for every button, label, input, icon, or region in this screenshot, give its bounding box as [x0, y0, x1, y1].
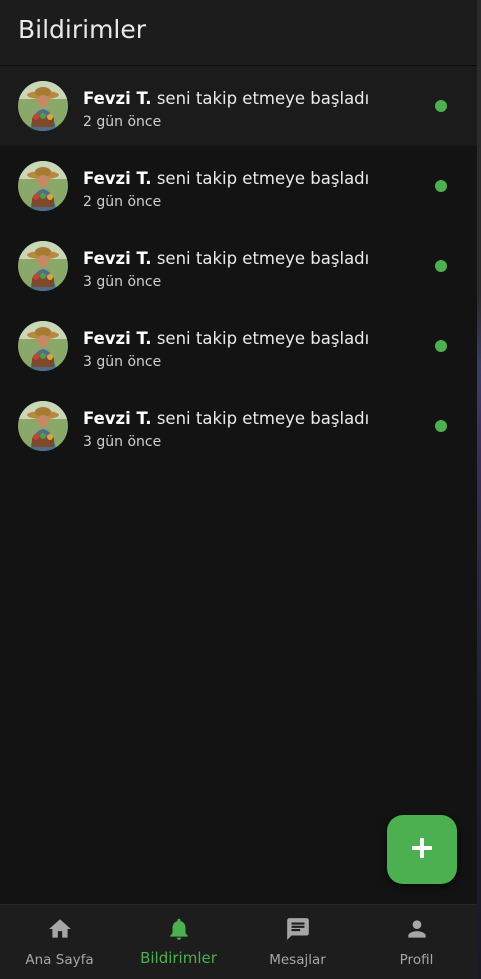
notification-user-name[interactable]: Fevzi T.: [83, 89, 152, 108]
notification-time: 3 gün önce: [83, 434, 162, 450]
notification-item[interactable]: Fevzi T. seni takip etmeye başladı 3 gün…: [0, 306, 477, 386]
unread-dot: [435, 100, 447, 112]
nav-label-home: Ana Sayfa: [25, 952, 94, 968]
notification-item[interactable]: Fevzi T. seni takip etmeye başladı 3 gün…: [0, 386, 477, 466]
notification-user-name[interactable]: Fevzi T.: [83, 169, 152, 188]
nav-item-notifications[interactable]: Bildirimler: [119, 905, 238, 979]
avatar[interactable]: [18, 401, 68, 451]
notification-user-name[interactable]: Fevzi T.: [83, 409, 152, 428]
nav-item-messages[interactable]: Mesajlar: [238, 905, 357, 979]
nav-label-profile: Profil: [399, 952, 434, 968]
add-button[interactable]: [387, 815, 457, 884]
notification-time: 2 gün önce: [83, 114, 162, 130]
avatar[interactable]: [18, 241, 68, 291]
bottom-navigation: Ana Sayfa Bildirimler Mesajlar Profil: [0, 904, 477, 979]
notifications-screen: Bildirimler Fevzi T. seni takip etmeye b…: [0, 0, 477, 979]
nav-item-profile[interactable]: Profil: [357, 905, 476, 979]
notification-time: 3 gün önce: [83, 354, 162, 370]
notification-item[interactable]: Fevzi T. seni takip etmeye başladı 2 gün…: [0, 66, 477, 146]
avatar[interactable]: [18, 81, 68, 131]
chat-icon: [285, 916, 311, 946]
unread-dot: [435, 180, 447, 192]
avatar[interactable]: [18, 161, 68, 211]
notification-user-name[interactable]: Fevzi T.: [83, 249, 152, 268]
nav-label-notifications: Bildirimler: [140, 949, 217, 967]
notification-item[interactable]: Fevzi T. seni takip etmeye başladı 3 gün…: [0, 226, 477, 306]
app-bar: Bildirimler: [0, 0, 477, 65]
plus-icon: [411, 837, 433, 863]
notification-message: seni takip etmeye başladı: [156, 409, 370, 428]
home-icon: [47, 916, 73, 946]
notification-message: seni takip etmeye başladı: [156, 89, 370, 108]
avatar[interactable]: [18, 321, 68, 371]
notification-message: seni takip etmeye başladı: [156, 249, 370, 268]
notification-message: seni takip etmeye başladı: [156, 329, 370, 348]
notification-message: seni takip etmeye başladı: [156, 169, 370, 188]
unread-dot: [435, 260, 447, 272]
nav-item-home[interactable]: Ana Sayfa: [0, 905, 119, 979]
notification-time: 2 gün önce: [83, 194, 162, 210]
window-edge: [477, 0, 481, 979]
page-title: Bildirimler: [18, 15, 147, 44]
person-icon: [404, 916, 430, 946]
notification-list: Fevzi T. seni takip etmeye başladı 2 gün…: [0, 66, 477, 466]
unread-dot: [435, 340, 447, 352]
nav-label-messages: Mesajlar: [269, 952, 326, 968]
notification-item[interactable]: Fevzi T. seni takip etmeye başladı 2 gün…: [0, 146, 477, 226]
notification-time: 3 gün önce: [83, 274, 162, 290]
unread-dot: [435, 420, 447, 432]
bell-icon: [166, 916, 192, 946]
notification-user-name[interactable]: Fevzi T.: [83, 329, 152, 348]
